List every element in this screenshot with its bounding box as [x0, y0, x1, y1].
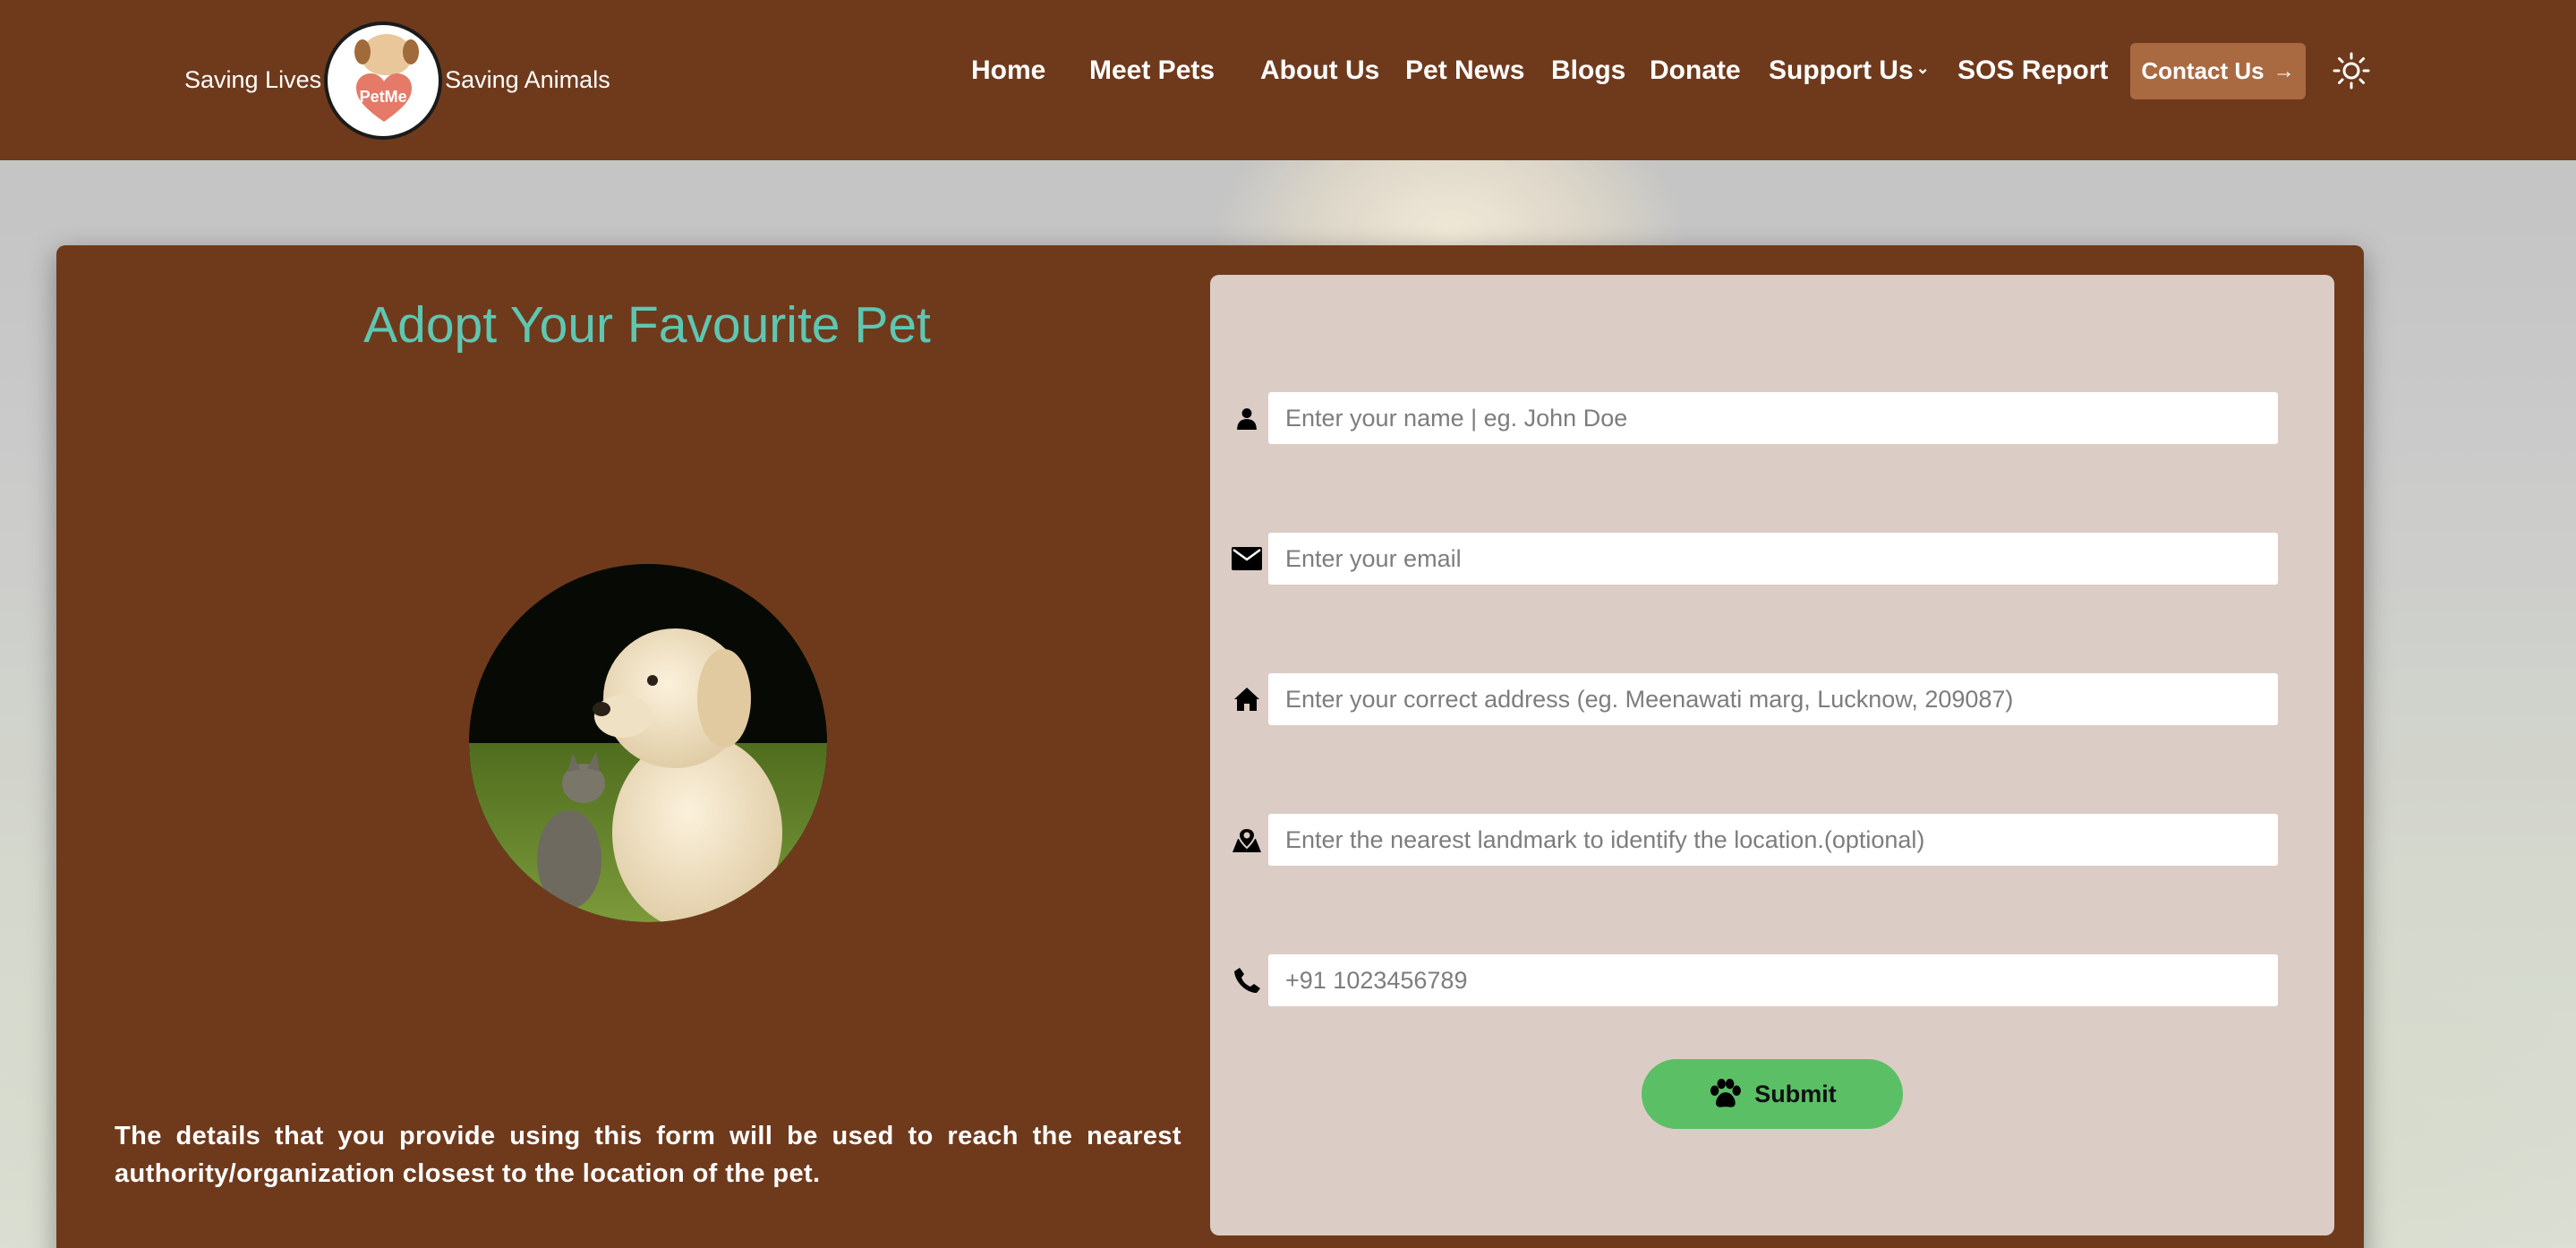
puppy-kitten-image [469, 564, 827, 922]
info-text: The details that you provide using this … [115, 1122, 1181, 1188]
person-icon [1226, 392, 1267, 444]
nav-blogs[interactable]: Blogs [1551, 56, 1625, 86]
phone-input[interactable] [1268, 954, 2278, 1006]
sun-icon[interactable] [2333, 52, 2370, 90]
page-title: Adopt Your Favourite Pet [363, 296, 931, 354]
nav-about-us[interactable]: About Us [1260, 56, 1379, 86]
site-header: Saving Lives PetMe Saving Animals Home M… [0, 0, 2576, 160]
arrow-right-icon: → [2273, 58, 2295, 83]
pet-photo [469, 564, 827, 922]
name-field-row [1226, 392, 2278, 444]
nav-home[interactable]: Home [971, 56, 1045, 86]
submit-button[interactable]: Submit [1642, 1059, 1903, 1129]
email-field-row [1226, 533, 2278, 585]
submit-label: Submit [1754, 1080, 1837, 1107]
nav-support-us[interactable]: Support Us ⌄ [1769, 56, 1930, 86]
mail-icon [1226, 533, 1267, 585]
email-input[interactable] [1268, 533, 2278, 585]
nav-pet-news[interactable]: Pet News [1405, 56, 1524, 86]
home-icon [1226, 673, 1267, 725]
nav-support-us-label: Support Us [1769, 56, 1914, 85]
phone-icon [1226, 954, 1267, 1006]
main-nav: Home Meet Pets About Us Pet News Blogs D… [0, 0, 2576, 160]
name-input[interactable] [1268, 392, 2278, 444]
chevron-down-icon: ⌄ [1915, 59, 1930, 77]
nav-meet-pets[interactable]: Meet Pets [1089, 56, 1215, 86]
address-field-row [1226, 673, 2278, 725]
nav-donate[interactable]: Donate [1650, 56, 1741, 86]
landmark-input[interactable] [1268, 814, 2278, 866]
paw-icon [1710, 1079, 1742, 1107]
contact-us-button[interactable]: Contact Us → [2130, 43, 2306, 99]
nav-sos-report[interactable]: SOS Report [1958, 56, 2108, 86]
map-pin-icon [1226, 814, 1267, 866]
contact-us-label: Contact Us [2141, 57, 2265, 84]
address-input[interactable] [1268, 673, 2278, 725]
landmark-field-row [1226, 814, 2278, 866]
phone-field-row [1226, 954, 2278, 1006]
